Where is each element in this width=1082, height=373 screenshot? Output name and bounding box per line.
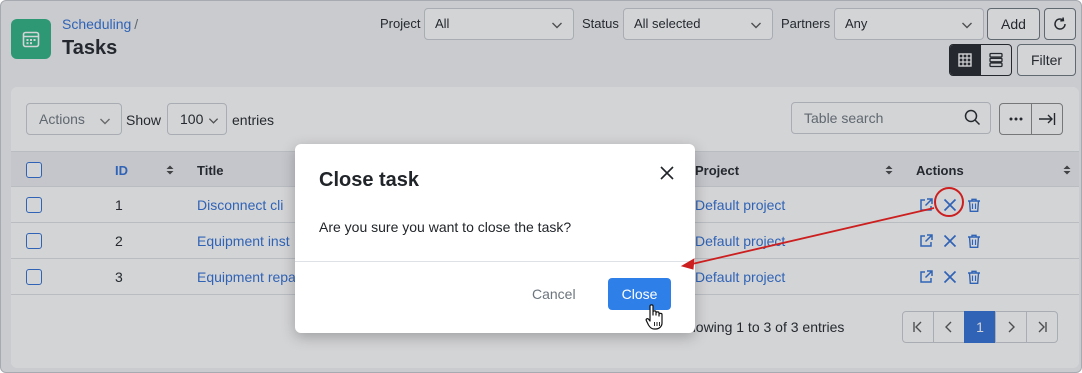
cancel-button[interactable]: Cancel [532,286,576,302]
dialog-divider [295,261,695,262]
close-task-dialog: Close task Are you sure you want to clos… [295,144,695,333]
dialog-message: Are you sure you want to close the task? [319,219,572,235]
dialog-title: Close task [319,169,420,191]
dialog-close-icon[interactable] [657,163,677,183]
confirm-close-button[interactable]: Close [608,278,671,310]
